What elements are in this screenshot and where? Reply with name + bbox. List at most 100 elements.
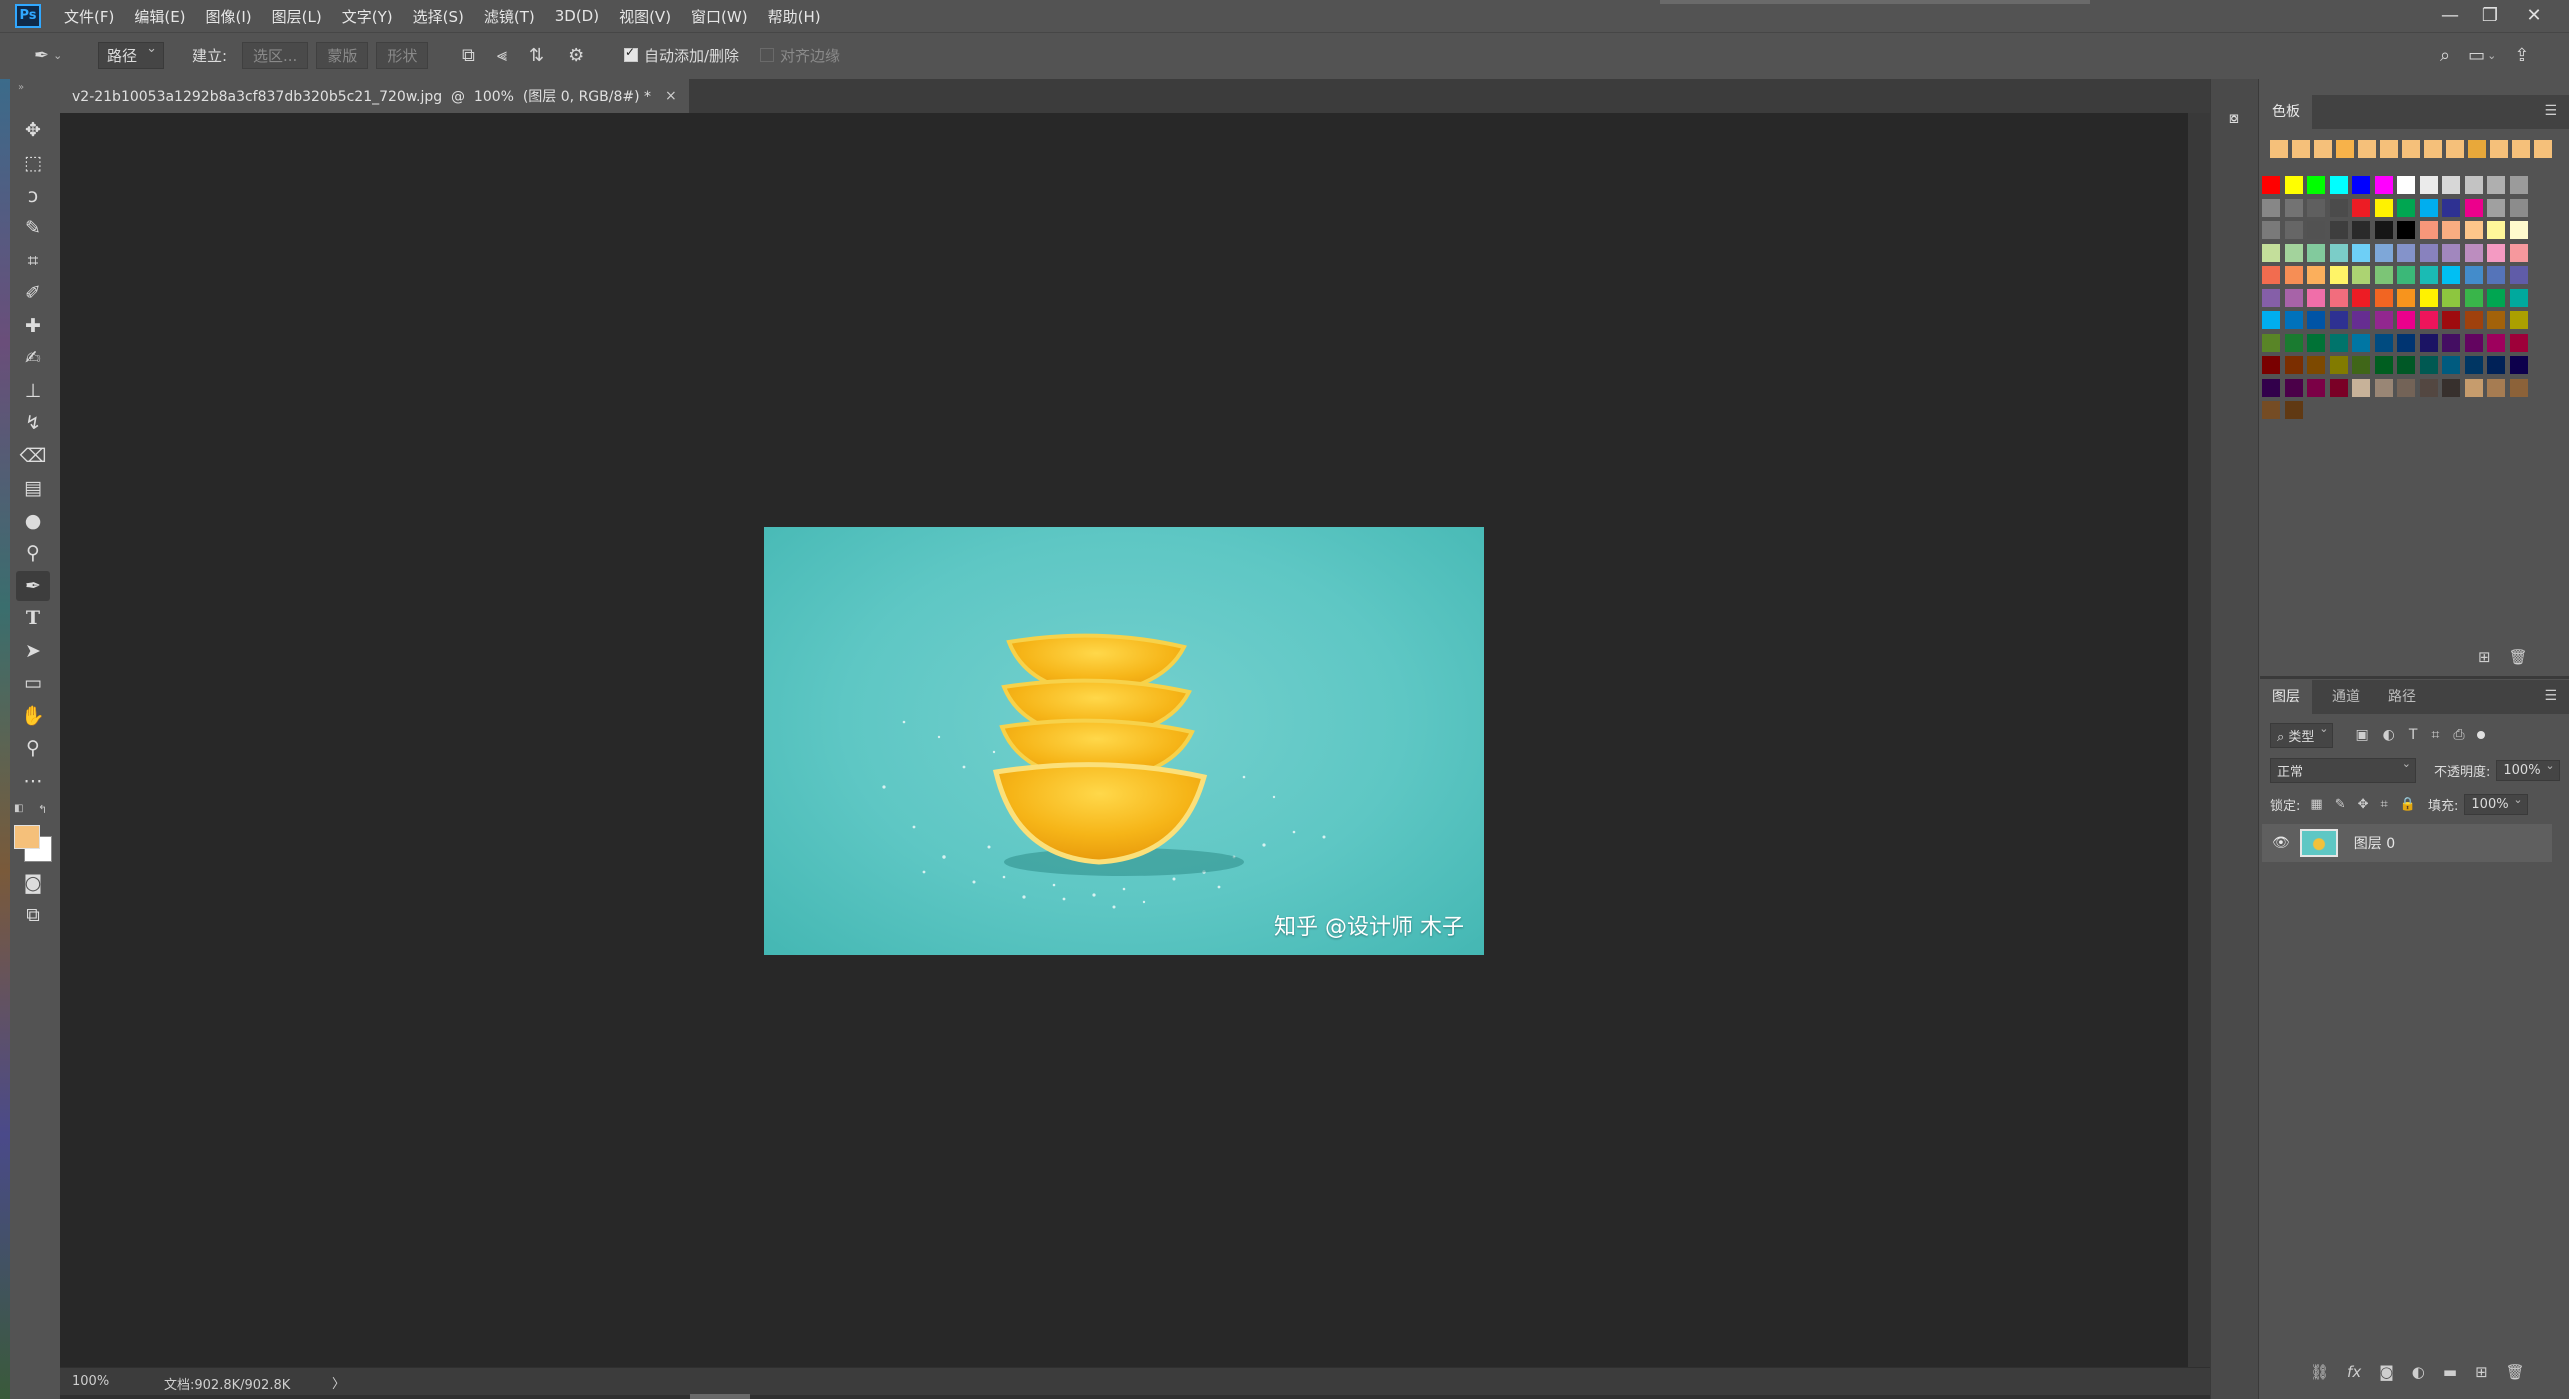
color-swatch[interactable] — [2464, 333, 2483, 352]
color-swatch[interactable] — [2487, 198, 2505, 217]
color-swatch[interactable] — [2307, 266, 2325, 284]
link-icon[interactable]: ⛓ — [2310, 1363, 2329, 1381]
color-swatch[interactable] — [2307, 333, 2325, 352]
color-swatch[interactable] — [2284, 176, 2303, 194]
workspace-icon[interactable]: ▭ — [2468, 45, 2485, 66]
color-swatch[interactable] — [2307, 288, 2325, 307]
status-menu-arrow[interactable]: 〉 — [332, 1373, 345, 1392]
lock-all-icon[interactable]: 🔒 — [2400, 797, 2416, 812]
color-swatch[interactable] — [2509, 378, 2528, 397]
type-filter-icon[interactable]: T — [2409, 727, 2418, 743]
lasso-tool-icon[interactable]: ↄ — [16, 181, 50, 211]
color-swatch[interactable] — [2352, 266, 2370, 284]
chevron-down-icon[interactable]: ⌄ — [2487, 49, 2496, 62]
color-swatch[interactable] — [2374, 311, 2393, 329]
color-swatch[interactable] — [2352, 356, 2370, 374]
color-swatch[interactable] — [2262, 221, 2280, 239]
layer-filter-dropdown[interactable]: ⌕ 类型 — [2270, 722, 2334, 748]
color-swatch[interactable] — [2374, 356, 2393, 374]
color-swatch[interactable] — [2419, 221, 2438, 239]
color-swatch[interactable] — [2307, 176, 2325, 194]
edit-toolbar-icon[interactable]: ⋯ — [16, 766, 50, 796]
zoom-level[interactable]: 100% — [72, 1374, 109, 1389]
color-swatch[interactable] — [2262, 333, 2280, 352]
color-swatch[interactable] — [2397, 311, 2415, 329]
color-swatch[interactable] — [2374, 333, 2393, 352]
color-swatch[interactable] — [2487, 243, 2505, 262]
tool-preset-picker[interactable]: ✒ ⌄ — [34, 32, 62, 78]
new-swatch-icon[interactable]: ⊞ — [2478, 648, 2491, 666]
recent-swatch[interactable] — [2336, 140, 2354, 158]
pen-tool-icon[interactable]: ✒ — [16, 571, 50, 601]
path-operations-icon[interactable]: ⧉ — [462, 45, 475, 66]
search-icon[interactable]: ⌕ — [2440, 45, 2450, 66]
lock-artboard-icon[interactable]: ⌗ — [2381, 797, 2388, 812]
quick-select-tool-icon[interactable]: ✎ — [16, 213, 50, 243]
color-swatch[interactable] — [2352, 311, 2370, 329]
menu-item-9[interactable]: 窗口(W) — [691, 6, 748, 27]
color-swatch[interactable] — [2352, 176, 2370, 194]
color-swatch[interactable] — [2509, 221, 2528, 239]
color-swatch[interactable] — [2284, 311, 2303, 329]
color-swatch[interactable] — [2509, 356, 2528, 374]
align-edges-checkbox[interactable] — [760, 48, 774, 62]
recent-swatch[interactable] — [2424, 140, 2442, 158]
color-swatch[interactable] — [2397, 266, 2415, 284]
trash-icon[interactable]: 🗑 — [2506, 1363, 2525, 1381]
menu-item-6[interactable]: 滤镜(T) — [484, 6, 535, 27]
color-swatch[interactable] — [2464, 288, 2483, 307]
recent-swatch[interactable] — [2512, 140, 2530, 158]
color-swatch[interactable] — [2284, 266, 2303, 284]
new-layer-icon[interactable]: ⊞ — [2475, 1363, 2488, 1381]
color-swatch[interactable] — [2419, 176, 2438, 194]
auto-add-delete-option[interactable]: 自动添加/删除 — [624, 32, 739, 78]
color-swatch[interactable] — [2442, 311, 2460, 329]
color-swatch[interactable] — [2329, 198, 2348, 217]
opacity-input[interactable]: 100% — [2496, 759, 2560, 781]
color-swatch[interactable] — [2397, 333, 2415, 352]
vertical-scrollbar[interactable] — [2188, 113, 2210, 1367]
move-tool-icon[interactable]: ✥ — [16, 115, 50, 145]
tab-layers[interactable]: 图层 — [2260, 680, 2312, 714]
zoom-tool-icon[interactable]: ⚲ — [16, 733, 50, 763]
color-swatch[interactable] — [2442, 243, 2460, 262]
auto-add-delete-checkbox[interactable] — [624, 45, 638, 62]
horizontal-scrollbar[interactable] — [60, 1395, 2210, 1399]
color-swatch[interactable] — [2374, 288, 2393, 307]
color-swatch[interactable] — [2307, 198, 2325, 217]
color-swatch[interactable] — [2509, 311, 2528, 329]
color-swatch[interactable] — [2374, 221, 2393, 239]
color-swatch[interactable] — [2329, 378, 2348, 397]
color-swatch[interactable] — [2374, 243, 2393, 262]
recent-swatch[interactable] — [2534, 140, 2552, 158]
menu-item-3[interactable]: 图层(L) — [272, 6, 322, 27]
menu-item-8[interactable]: 视图(V) — [619, 6, 671, 27]
foreground-color-swatch[interactable] — [14, 825, 40, 849]
color-swatch[interactable] — [2464, 198, 2483, 217]
color-swatch[interactable] — [2374, 176, 2393, 194]
color-swatch[interactable] — [2329, 243, 2348, 262]
recent-swatch[interactable] — [2314, 140, 2332, 158]
color-swatch[interactable] — [2464, 243, 2483, 262]
color-swatch[interactable] — [2487, 333, 2505, 352]
color-swatch[interactable] — [2352, 378, 2370, 397]
color-swatch[interactable] — [2442, 176, 2460, 194]
color-swatch[interactable] — [2442, 221, 2460, 239]
recent-swatch[interactable] — [2446, 140, 2464, 158]
menu-item-5[interactable]: 选择(S) — [413, 6, 464, 27]
group-icon[interactable]: ▬ — [2443, 1363, 2457, 1381]
color-swatch[interactable] — [2397, 221, 2415, 239]
recent-swatch[interactable] — [2490, 140, 2508, 158]
make-mask-button[interactable]: 蒙版 — [316, 41, 369, 69]
color-swatch[interactable] — [2329, 288, 2348, 307]
color-swatch[interactable] — [2352, 243, 2370, 262]
color-swatch[interactable] — [2419, 288, 2438, 307]
color-swatch[interactable] — [2284, 243, 2303, 262]
color-swatch[interactable] — [2419, 333, 2438, 352]
dodge-tool-icon[interactable]: ⚲ — [16, 538, 50, 568]
color-swatch[interactable] — [2307, 378, 2325, 397]
color-swatch[interactable] — [2464, 378, 2483, 397]
recent-swatch[interactable] — [2292, 140, 2310, 158]
fill-input[interactable]: 100% — [2464, 793, 2528, 815]
eraser-tool-icon[interactable]: ⌫ — [16, 441, 50, 471]
